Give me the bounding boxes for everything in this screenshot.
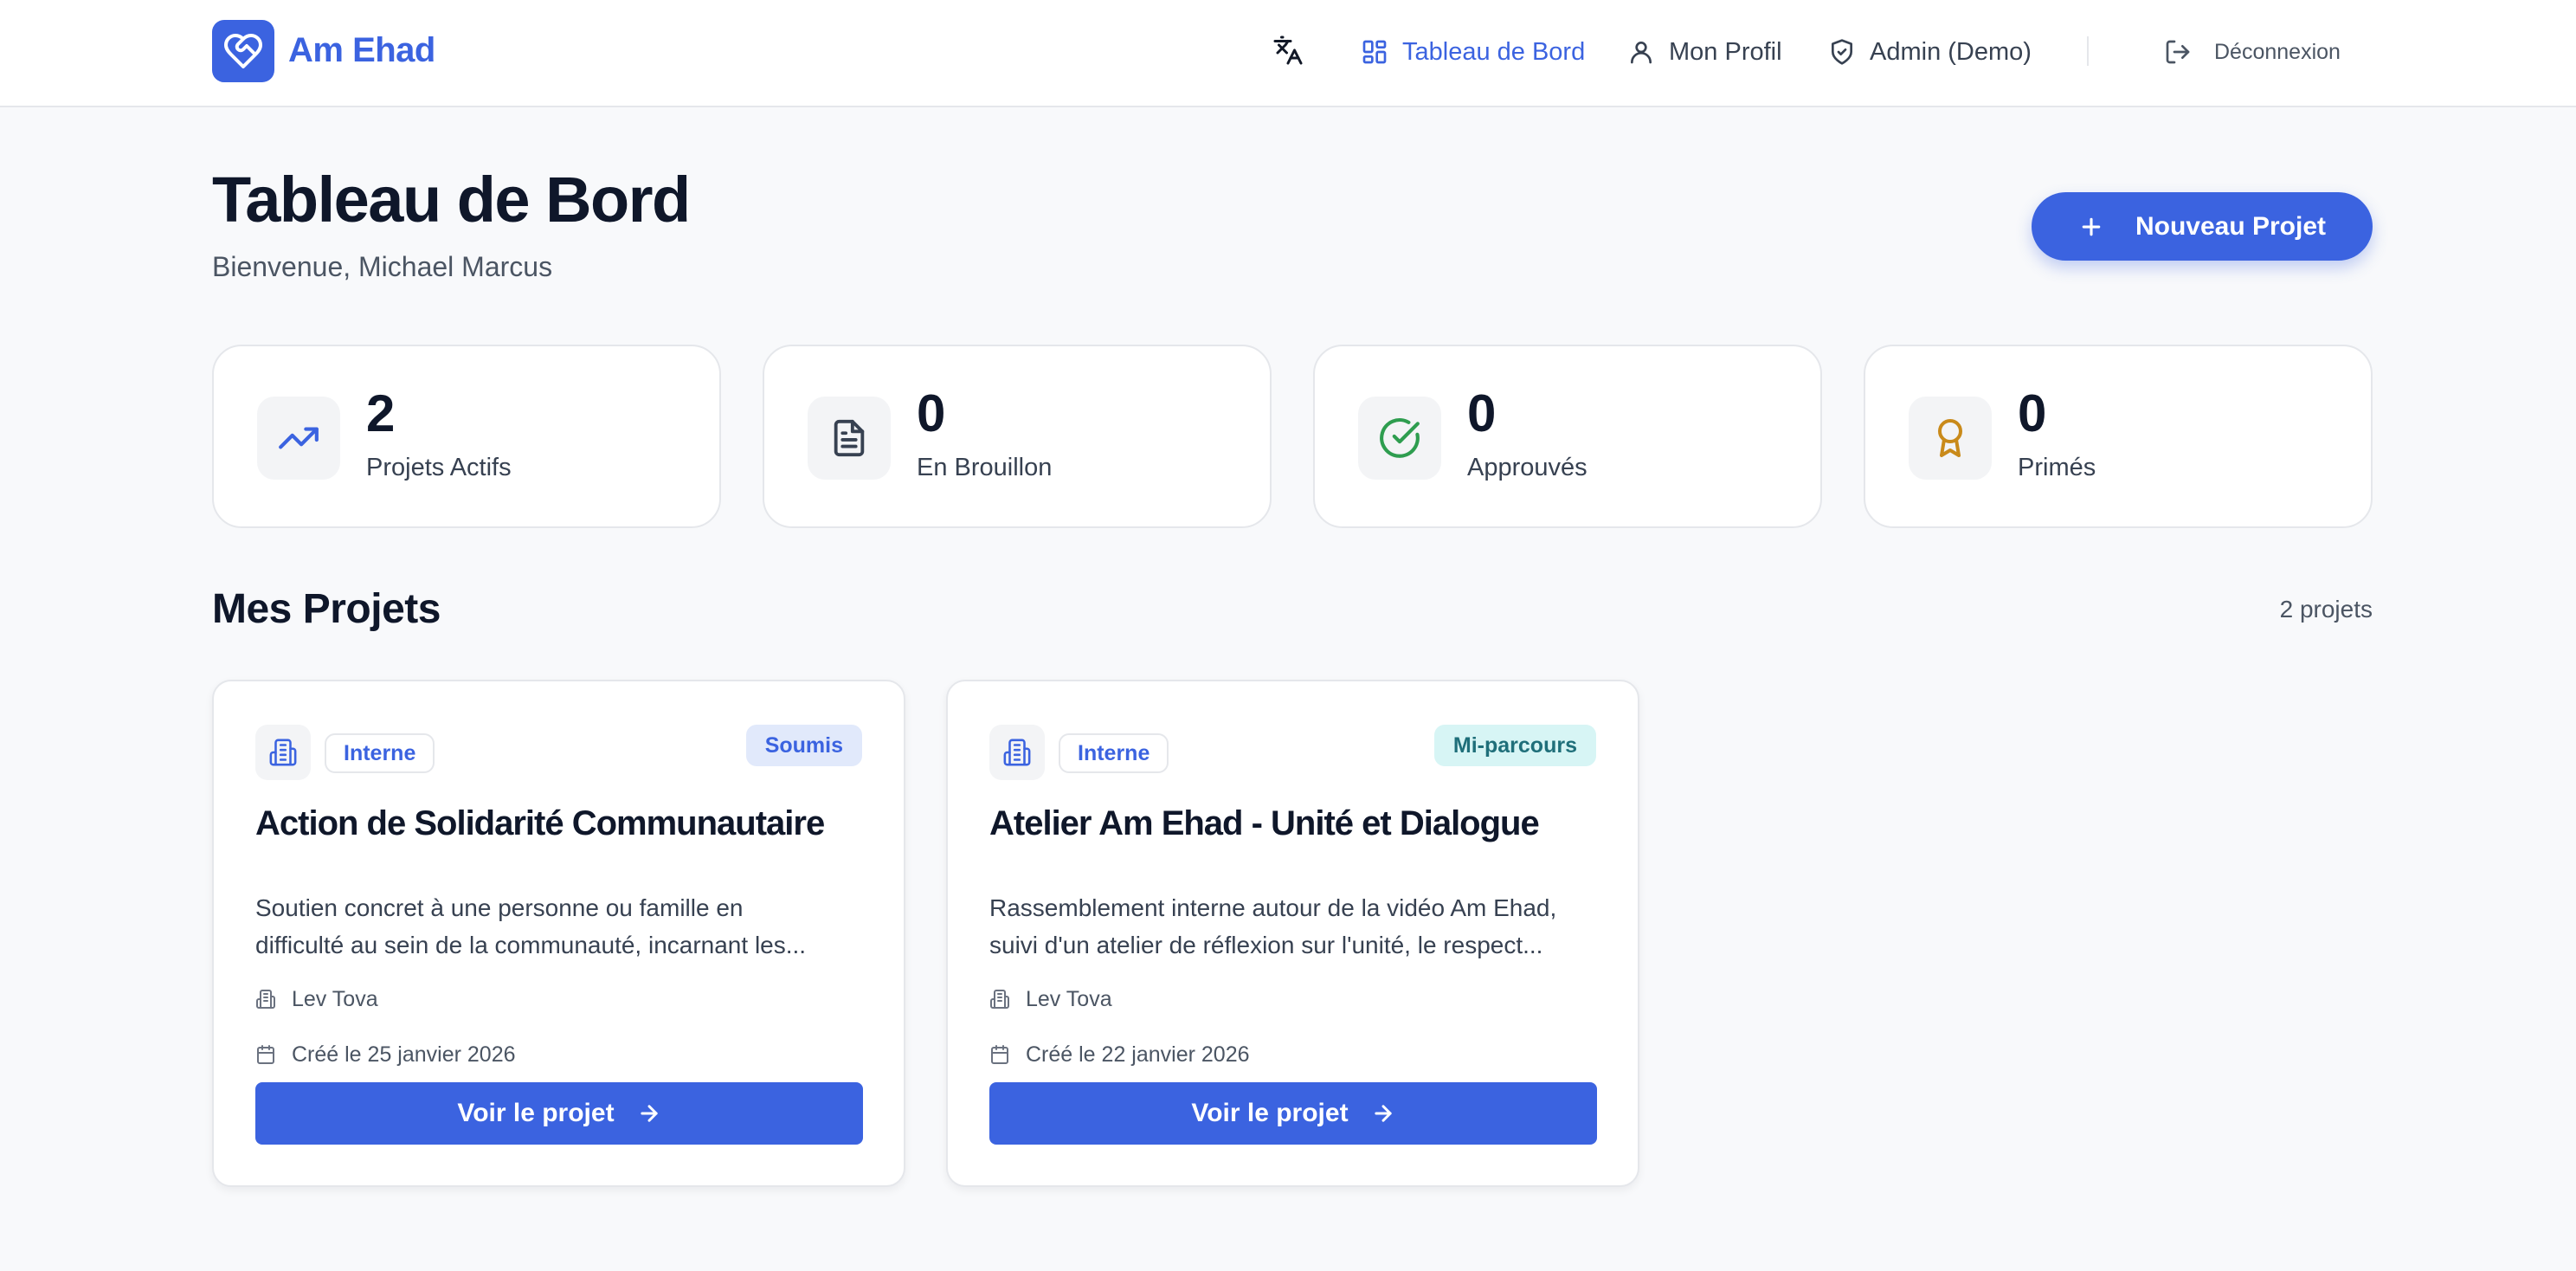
stat-card-awarded: 0 Primés: [1864, 345, 2373, 528]
stat-label: En Brouillon: [917, 454, 1053, 481]
logout-label: Déconnexion: [2214, 39, 2341, 64]
building-icon-box: [255, 725, 311, 780]
project-card[interactable]: Interne Soumis Action de Solidarité Comm…: [212, 680, 905, 1187]
arrow-right-icon: [1374, 1105, 1392, 1122]
project-title[interactable]: Action de Solidarité Communautaire: [255, 804, 825, 843]
award-icon: [1938, 419, 1962, 457]
nav-admin-label: Admin (Demo): [1870, 37, 2032, 66]
stat-card-draft: 0 En Brouillon: [763, 345, 1272, 528]
document-icon: [834, 419, 865, 457]
page-title: Tableau de Bord: [212, 164, 691, 235]
stat-value: 0: [2018, 384, 2047, 442]
building-icon: [1003, 739, 1031, 766]
nav-profile[interactable]: Mon Profil: [1627, 33, 1782, 71]
calendar-icon: [991, 1045, 1008, 1064]
stat-label: Approuvés: [1467, 454, 1587, 481]
shield-icon: [1832, 39, 1852, 65]
translate-icon: [1273, 35, 1303, 65]
project-description-line: difficulté au sein de la communauté, inc…: [255, 932, 807, 958]
view-project-button[interactable]: Voir le projet: [989, 1082, 1597, 1145]
building-icon: [269, 739, 297, 766]
stat-icon-box: [808, 397, 891, 480]
language-switcher[interactable]: [1272, 35, 1304, 66]
status-badge: Mi-parcours: [1433, 725, 1596, 766]
building-small-icon: [990, 990, 1009, 1009]
stat-label: Projets Actifs: [366, 454, 512, 481]
stat-value: 2: [366, 384, 396, 442]
plus-icon: [2082, 217, 2101, 235]
view-project-button[interactable]: Voir le projet: [255, 1082, 863, 1145]
nav-admin[interactable]: Admin (Demo): [1828, 33, 2032, 71]
section-title: Mes Projets: [212, 586, 441, 632]
status-badge: Soumis: [745, 725, 862, 766]
user-icon: [1631, 42, 1652, 64]
stat-value: 0: [1467, 384, 1497, 442]
logo[interactable]: [212, 20, 274, 82]
project-created-date: Créé le 25 janvier 2026: [255, 1040, 516, 1069]
trending-up-icon: [279, 427, 319, 449]
stat-value: 0: [917, 384, 946, 442]
project-organization: Lev Tova: [989, 984, 1112, 1014]
check-circle-icon: [1380, 418, 1420, 458]
logout-button[interactable]: Déconnexion: [2164, 33, 2341, 71]
stat-icon-box: [1909, 397, 1992, 480]
view-project-label: Voir le projet: [1191, 1099, 1349, 1127]
new-project-label: Nouveau Projet: [2135, 211, 2327, 241]
created-date-text: Créé le 22 janvier 2026: [1026, 1042, 1250, 1067]
project-description-line: Rassemblement interne autour de la vidéo…: [989, 894, 1557, 921]
heart-handshake-icon: [224, 34, 262, 68]
project-created-date: Créé le 22 janvier 2026: [989, 1040, 1250, 1069]
project-title[interactable]: Atelier Am Ehad - Unité et Dialogue: [989, 804, 1540, 843]
project-organization: Lev Tova: [255, 984, 378, 1014]
nav-profile-label: Mon Profil: [1669, 37, 1782, 66]
new-project-button[interactable]: Nouveau Projet: [2032, 192, 2373, 261]
project-count: 2 projets: [2279, 596, 2373, 623]
stat-card-approved: 0 Approuvés: [1313, 345, 1822, 528]
project-description: Soutien concret à une personne ou famill…: [255, 889, 879, 964]
nav-dashboard[interactable]: Tableau de Bord: [1361, 33, 1585, 71]
project-type-badge: Interne: [325, 733, 435, 773]
project-description-line: Soutien concret à une personne ou famill…: [255, 894, 744, 921]
organization-name: Lev Tova: [1026, 986, 1112, 1011]
project-type-badge: Interne: [1059, 733, 1169, 773]
arrow-right-icon: [640, 1105, 658, 1122]
welcome-message: Bienvenue, Michael Marcus: [212, 251, 553, 282]
building-icon-box: [989, 725, 1045, 780]
project-description-line: suivi d'un atelier de réflexion sur l'un…: [989, 932, 1543, 958]
stat-icon-box: [257, 397, 340, 480]
organization-name: Lev Tova: [292, 986, 378, 1011]
nav-dashboard-label: Tableau de Bord: [1402, 37, 1586, 66]
top-navigation-bar: Am Ehad Tableau de Bord Mon Profil Admin…: [0, 0, 2576, 107]
brand-name[interactable]: Am Ehad: [288, 31, 435, 70]
building-small-icon: [256, 990, 275, 1009]
stat-card-active: 2 Projets Actifs: [212, 345, 721, 528]
dashboard-icon: [1362, 40, 1387, 64]
view-project-label: Voir le projet: [457, 1099, 615, 1127]
logout-icon: [2166, 40, 2190, 64]
nav-divider: [2087, 36, 2089, 66]
stat-icon-box: [1358, 397, 1441, 480]
project-description: Rassemblement interne autour de la vidéo…: [989, 889, 1613, 964]
project-card[interactable]: Interne Mi-parcours Atelier Am Ehad - Un…: [946, 680, 1639, 1187]
calendar-icon: [257, 1045, 274, 1064]
created-date-text: Créé le 25 janvier 2026: [292, 1042, 516, 1067]
stat-label: Primés: [2018, 454, 2096, 481]
